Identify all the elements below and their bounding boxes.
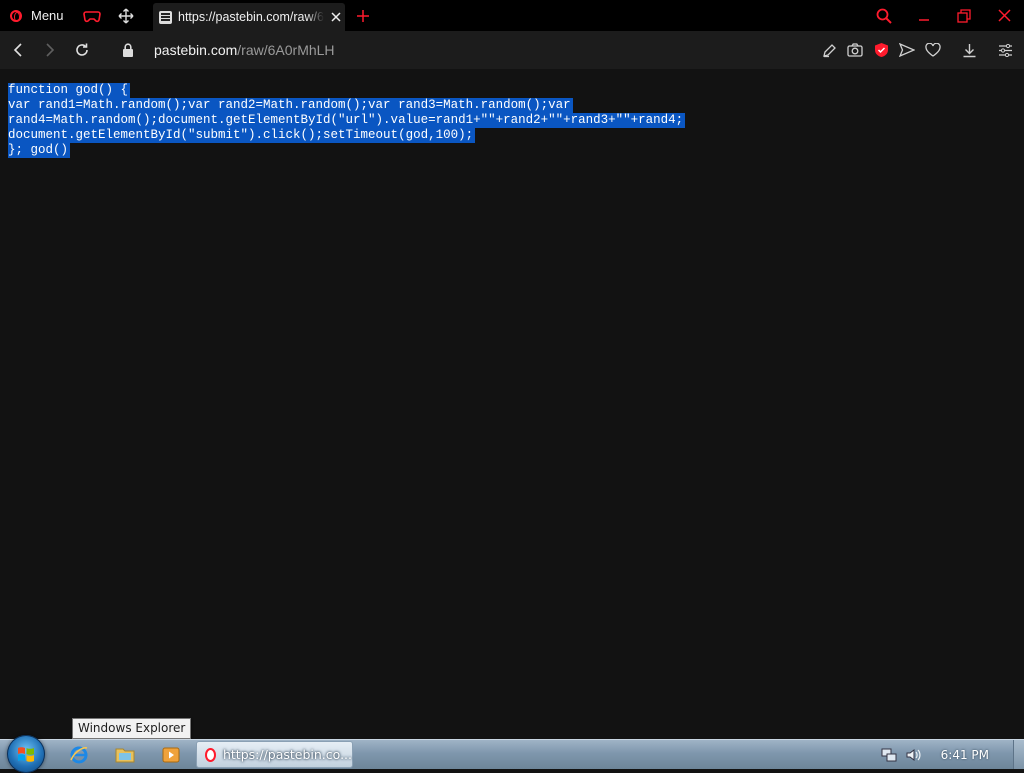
edit-icon[interactable] [816,37,842,63]
tab-title: https://pastebin.com/raw/6A0rMhLH [178,10,324,24]
windows-explorer-icon[interactable] [108,743,142,767]
tab-move-icon[interactable] [114,0,138,31]
url-host: pastebin.com [154,42,238,58]
menu-label: Menu [31,8,64,23]
back-icon[interactable] [2,34,34,66]
taskbar-tooltip: Windows Explorer [72,718,192,739]
window-controls [864,0,1024,31]
new-tab-icon[interactable] [354,7,372,25]
tab-active[interactable]: https://pastebin.com/raw/6A0rMhLH [153,3,345,31]
pastebin-favicon-icon [159,10,172,24]
opera-logo-icon [205,747,216,762]
url-path: /raw/6A0rMhLH [237,42,335,58]
address-field[interactable]: pastebin.com/raw/6A0rMhLH [154,42,335,58]
code-line: function god() { [8,83,131,98]
send-icon[interactable] [894,37,920,63]
close-window-icon[interactable] [984,0,1024,31]
lock-icon[interactable] [121,42,135,58]
clock[interactable]: 6:41 PM [941,748,989,762]
search-tabs-icon[interactable] [864,0,904,31]
code-line: rand4=Math.random();document.getElementB… [8,113,686,128]
reload-icon[interactable] [66,34,98,66]
code-line: var rand1=Math.random();var rand2=Math.r… [8,98,573,113]
internet-explorer-icon[interactable] [62,743,96,767]
taskbar-opera-window[interactable]: https://pastebin.co... [196,741,353,768]
raw-code-block[interactable]: function god() { var rand1=Math.random()… [8,83,686,158]
camera-snapshot-icon[interactable] [842,37,868,63]
code-line: document.getElementById("submit").click(… [8,128,476,143]
shield-icon[interactable] [868,37,894,63]
page-content: function god() { var rand1=Math.random()… [0,69,1024,739]
easy-setup-icon[interactable] [992,37,1018,63]
network-icon[interactable] [881,747,897,763]
windows-logo-icon [18,747,34,762]
download-icon[interactable] [956,37,982,63]
media-player-icon[interactable] [154,743,188,767]
heart-icon[interactable] [920,37,946,63]
code-line: }; god() [8,143,71,158]
taskbar-task-label: https://pastebin.co... [222,747,352,762]
windows-taskbar: https://pastebin.co... 6:41 PM [0,735,1024,773]
gx-control-icon[interactable] [80,0,104,31]
minimize-icon[interactable] [904,0,944,31]
system-tray: 6:41 PM [881,740,1024,769]
show-desktop-button[interactable] [1013,740,1024,769]
forward-icon[interactable] [34,34,66,66]
opera-menu-button[interactable]: Menu [0,0,74,31]
tab-strip: Menu https://pastebin.com/raw/6A0rMhLH [0,0,1024,31]
toolbar-right [816,31,1018,69]
close-tab-icon[interactable] [328,9,344,25]
opera-logo-icon [10,9,22,22]
start-button[interactable] [7,735,45,773]
volume-icon[interactable] [905,747,921,763]
restore-icon[interactable] [944,0,984,31]
